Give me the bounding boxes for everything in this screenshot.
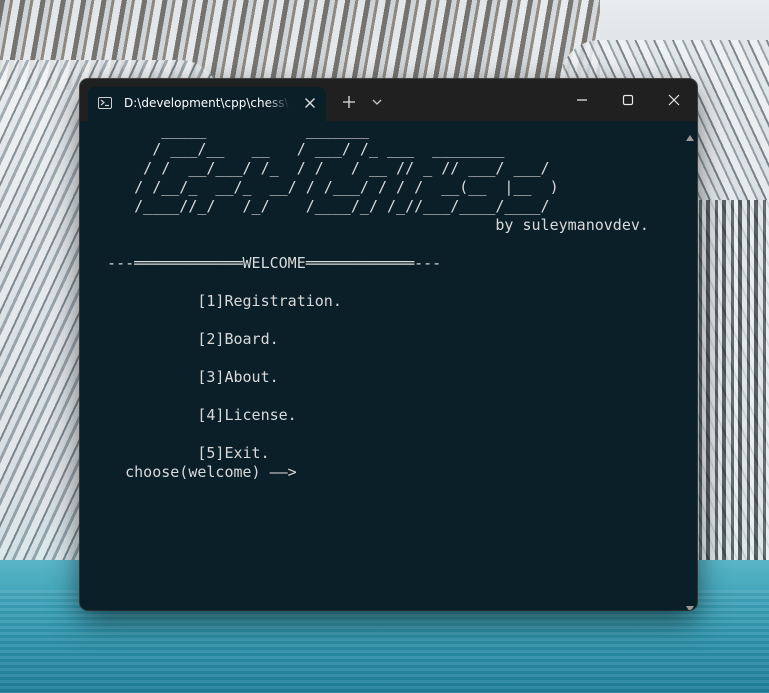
menu-item-board: [2]Board. [197, 330, 279, 348]
wallpaper-trees [690, 200, 769, 580]
banner-line: / / __/___/ /_ / / / __ // _ // ___/ ___… [89, 159, 550, 177]
console-output[interactable]: _____ _______ / ___/__ __ / ___/ /_ ___ … [80, 121, 697, 610]
banner-line: / /__/_ __/_ __/ / /___/ / / / __(__ |__… [89, 178, 559, 196]
close-icon [668, 94, 680, 106]
terminal-text: _____ _______ / ___/__ __ / ___/ /_ ___ … [89, 121, 649, 482]
input-prompt[interactable]: choose(welcome) ——> [89, 463, 297, 481]
tab-chess-exe[interactable]: D:\development\cpp\chess\x64\Debug\Chess… [88, 87, 326, 121]
author-credit: by suleymanovdev. [89, 216, 649, 234]
close-button[interactable] [651, 79, 697, 121]
banner-line: / ___/__ __ / ___/ /_ ___ ________ [89, 140, 505, 158]
vertical-scrollbar[interactable] [683, 121, 697, 610]
terminal-icon [98, 97, 112, 109]
welcome-header: ---════════════WELCOME════════════--- [89, 254, 442, 272]
banner-line: _____ _______ [89, 121, 369, 139]
maximize-button[interactable] [605, 79, 651, 121]
menu-item-about: [3]About. [197, 368, 279, 386]
menu-item-exit: [5]Exit. [197, 444, 270, 462]
scroll-up-arrow-icon[interactable] [686, 126, 694, 141]
terminal-window: D:\development\cpp\chess\x64\Debug\Chess… [80, 79, 697, 610]
plus-icon[interactable] [338, 91, 360, 113]
banner-line: /____//_/ /_/ /____/_/ /_//___/____/____… [89, 197, 550, 215]
minimize-button[interactable] [559, 79, 605, 121]
tab-title: D:\development\cpp\chess\x64\Debug\Chess… [124, 96, 290, 110]
menu-item-registration: [1]Registration. [197, 292, 342, 310]
chevron-down-icon[interactable] [368, 93, 386, 111]
minimize-icon [577, 99, 587, 101]
menu-item-license: [4]License. [197, 406, 297, 424]
close-tab-icon[interactable] [302, 95, 318, 111]
maximize-icon [622, 94, 634, 106]
scroll-down-arrow-icon[interactable] [686, 597, 694, 610]
title-bar[interactable]: D:\development\cpp\chess\x64\Debug\Chess… [80, 79, 697, 121]
